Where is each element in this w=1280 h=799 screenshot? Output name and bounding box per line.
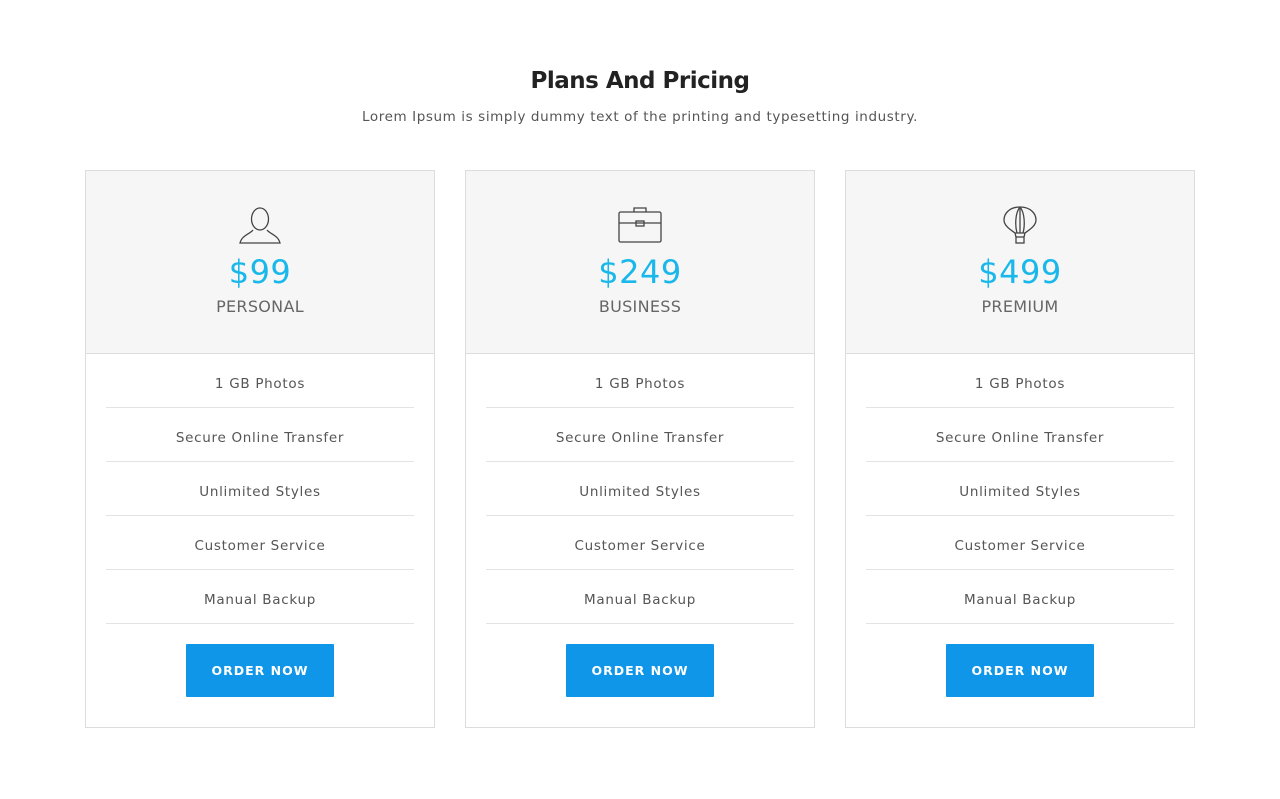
order-now-button[interactable]: ORDER NOW — [946, 644, 1094, 697]
plan-features: 1 GB Photos Secure Online Transfer Unlim… — [466, 354, 814, 624]
plan-features: 1 GB Photos Secure Online Transfer Unlim… — [846, 354, 1194, 624]
feature-item: Customer Service — [106, 516, 414, 570]
feature-item: 1 GB Photos — [486, 354, 794, 408]
feature-item: Customer Service — [866, 516, 1174, 570]
feature-item: 1 GB Photos — [106, 354, 414, 408]
user-icon — [86, 205, 434, 245]
plan-card-header: $499 PREMIUM — [846, 171, 1194, 354]
plan-price: $249 — [598, 253, 682, 291]
feature-item: Unlimited Styles — [486, 462, 794, 516]
feature-item: Manual Backup — [486, 570, 794, 624]
feature-item: Unlimited Styles — [106, 462, 414, 516]
order-now-button[interactable]: ORDER NOW — [566, 644, 714, 697]
hot-air-balloon-icon — [846, 205, 1194, 245]
feature-item: Unlimited Styles — [866, 462, 1174, 516]
plan-card-premium: $499 PREMIUM 1 GB Photos Secure Online T… — [845, 170, 1195, 728]
plan-name: PERSONAL — [216, 297, 304, 316]
pricing-section: Plans And Pricing Lorem Ipsum is simply … — [0, 0, 1280, 799]
plan-features: 1 GB Photos Secure Online Transfer Unlim… — [86, 354, 434, 624]
plan-card-header: $99 PERSONAL — [86, 171, 434, 354]
briefcase-icon — [466, 205, 814, 245]
feature-item: Manual Backup — [866, 570, 1174, 624]
feature-item: Customer Service — [486, 516, 794, 570]
plan-price: $499 — [978, 253, 1062, 291]
plan-name: PREMIUM — [981, 297, 1059, 316]
order-now-button[interactable]: ORDER NOW — [186, 644, 334, 697]
feature-item: Manual Backup — [106, 570, 414, 624]
plans-grid: $99 PERSONAL 1 GB Photos Secure Online T… — [85, 170, 1195, 728]
feature-item: Secure Online Transfer — [866, 408, 1174, 462]
feature-item: 1 GB Photos — [866, 354, 1174, 408]
page-subtitle: Lorem Ipsum is simply dummy text of the … — [361, 109, 919, 125]
feature-item: Secure Online Transfer — [106, 408, 414, 462]
page-title: Plans And Pricing — [530, 68, 750, 94]
feature-item: Secure Online Transfer — [486, 408, 794, 462]
plan-card-header: $249 BUSINESS — [466, 171, 814, 354]
plan-name: BUSINESS — [598, 297, 682, 316]
plan-card-personal: $99 PERSONAL 1 GB Photos Secure Online T… — [85, 170, 435, 728]
plan-price: $99 — [228, 253, 292, 291]
plan-card-business: $249 BUSINESS 1 GB Photos Secure Online … — [465, 170, 815, 728]
